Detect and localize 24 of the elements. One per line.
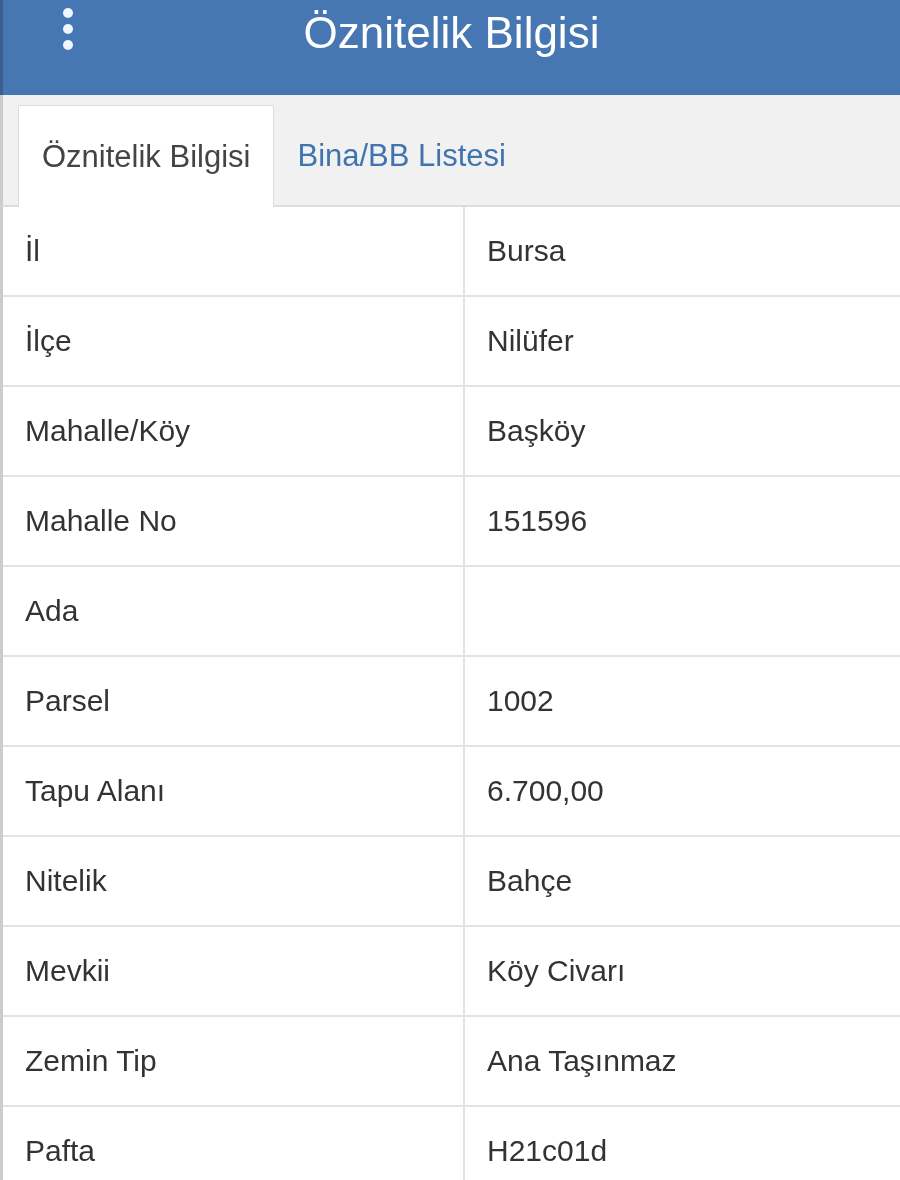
attribute-value: Nilüfer: [487, 324, 574, 358]
attribute-value: Bursa: [487, 234, 566, 268]
attribute-value: Köy Civarı: [487, 954, 626, 988]
attribute-value: Bahçe: [487, 864, 573, 898]
header-title: Öznitelik Bilgisi: [303, 7, 600, 59]
tab[interactable]: Öznitelik Bilgisi: [18, 105, 275, 207]
attribute-label: İlçe: [25, 324, 72, 358]
attribute-label: Mahalle No: [25, 504, 177, 538]
attribute-label: Zemin Tip: [25, 1044, 157, 1078]
attribute-value: Başköy: [487, 414, 586, 448]
attribute-value: Ana Taşınmaz: [487, 1044, 677, 1078]
attribute-value: H21c01d: [487, 1134, 608, 1168]
attribute-label: İl: [25, 234, 40, 268]
attribute-label: Mevkii: [25, 954, 110, 988]
attribute-label: Tapu Alanı: [25, 774, 166, 808]
attribute-label: Pafta: [25, 1134, 96, 1168]
attribute-value: 151596: [487, 504, 588, 538]
attribute-label: Mahalle/Köy: [25, 414, 191, 448]
attribute-label: Nitelik: [25, 864, 107, 898]
tab[interactable]: Bina/BB Listesi: [274, 105, 529, 207]
attribute-value: 6.700,00: [487, 774, 604, 808]
attribute-label: Ada: [25, 594, 79, 628]
attribute-value: 1002: [487, 684, 554, 718]
attribute-label: Parsel: [25, 684, 111, 718]
